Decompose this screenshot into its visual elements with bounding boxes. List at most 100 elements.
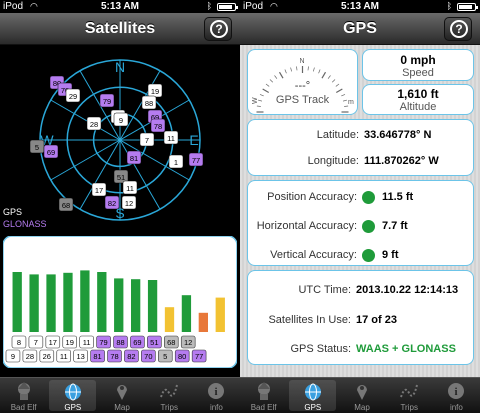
question-icon: ? xyxy=(210,20,228,38)
bar-label-top: 17 xyxy=(49,338,57,347)
signal-bar xyxy=(164,307,175,332)
clock: 5:13 AM xyxy=(341,1,379,12)
bluetooth-icon: ᛒ xyxy=(446,1,452,11)
satellite-id: 51 xyxy=(117,173,125,182)
satellite-id: 5 xyxy=(35,143,39,152)
sky-satellites: 8070297919886928897871156981177511711688… xyxy=(29,75,204,212)
gps-status-label: GPS Status: xyxy=(290,343,351,355)
horizontal-accuracy-value: 7.7 ft xyxy=(382,220,408,232)
tab-trips[interactable]: Trips xyxy=(386,378,433,413)
longitude-value: 111.870262° W xyxy=(364,155,439,167)
satellite-marker: 9 xyxy=(113,112,129,127)
status-panel: UTC Time: 2013.10.22 12:14:13 Satellites… xyxy=(247,270,474,365)
satellite-id: 77 xyxy=(192,156,200,165)
bar-label-bottom: 5 xyxy=(163,352,167,361)
satellite-id: 79 xyxy=(103,97,111,106)
satellite-marker: 29 xyxy=(65,88,81,103)
gauge-tick xyxy=(256,105,261,107)
satellite-id: 11 xyxy=(126,184,134,193)
tab-gps[interactable]: GPS xyxy=(49,380,97,412)
tab-trips[interactable]: Trips xyxy=(146,378,193,413)
signal-bar xyxy=(114,278,124,332)
tab-info[interactable]: i info xyxy=(193,378,240,413)
signal-bar xyxy=(147,280,158,332)
tab-bad-elf[interactable]: Bad Elf xyxy=(240,378,287,413)
satellites-screen: iPod ◠ 5:13 AM ᛒ Satellites ? NESW 80 70 2… xyxy=(0,0,240,413)
accuracy-panel: Position Accuracy: 11.5 ft Horizontal Ac… xyxy=(247,180,474,266)
satellite-id: 88 xyxy=(145,99,153,108)
help-button[interactable]: ? xyxy=(204,17,232,41)
gauge-tick xyxy=(296,66,298,71)
tab-label: Trips xyxy=(400,403,418,412)
longitude-label: Longitude: xyxy=(307,155,359,167)
satellite-id: 11 xyxy=(167,134,175,143)
utc-time-label: UTC Time: xyxy=(298,284,351,296)
bar-label-top: 11 xyxy=(83,338,91,347)
signal-bar xyxy=(29,274,39,332)
position-accuracy-value: 11.5 ft xyxy=(382,191,414,203)
map-pin-icon xyxy=(112,381,132,401)
tab-label: Bad Elf xyxy=(10,403,37,412)
satellite-id: 9 xyxy=(119,116,123,125)
question-icon: ? xyxy=(450,20,468,38)
speed-value: 0 mph xyxy=(400,53,436,67)
legend-gps: GPS xyxy=(3,207,23,217)
bar-label-bottom: 11 xyxy=(60,352,68,361)
gps-screen: iPod ◠ 5:13 AM ᛒ GPS ? W N m ---° GPS Tr… xyxy=(240,0,480,413)
clock: 5:13 AM xyxy=(101,1,139,12)
tab-info[interactable]: i info xyxy=(433,378,480,413)
track-gauge-panel: W N m ---° GPS Track xyxy=(247,49,358,115)
bar-label-bottom: 13 xyxy=(76,352,84,361)
help-button[interactable]: ? xyxy=(444,17,472,41)
signal-chart: 89 728 17 26 19 11 11 13 79 81 88 78 69 82 51 70 685 12 80… xyxy=(3,236,237,368)
tab-label: info xyxy=(449,403,463,412)
bar-label-top: 51 xyxy=(150,338,158,347)
gauge-tick xyxy=(290,67,292,72)
bar-label-top: 69 xyxy=(133,338,141,347)
battery-icon xyxy=(217,3,238,11)
bar-label-bottom: 81 xyxy=(93,352,101,361)
gauge-tick xyxy=(274,75,278,79)
bar-label-bottom: 70 xyxy=(144,352,152,361)
bar-label-bottom: 80 xyxy=(178,352,186,361)
satellite-id: 78 xyxy=(154,122,162,131)
compass-label: N xyxy=(115,59,125,75)
globe-icon xyxy=(63,383,83,403)
satellite-marker: 69 xyxy=(43,144,59,159)
satellite-id: 12 xyxy=(125,199,133,208)
svg-text:i: i xyxy=(215,386,218,398)
nav-bar: Satellites ? xyxy=(0,13,240,45)
bar-label-bottom: 9 xyxy=(11,352,15,361)
tab-map[interactable]: Map xyxy=(98,378,145,413)
tab-bad-elf[interactable]: Bad Elf xyxy=(0,378,47,413)
satellite-id: 29 xyxy=(69,92,77,101)
elf-icon xyxy=(14,381,34,401)
compass-label: E xyxy=(189,132,198,148)
tab-map[interactable]: Map xyxy=(338,378,385,413)
elf-icon xyxy=(254,381,274,401)
satellite-marker: 19 xyxy=(147,83,163,98)
trips-icon xyxy=(399,381,419,401)
track-value: ---° xyxy=(294,80,311,92)
tab-label: Map xyxy=(114,403,130,412)
speed-label: Speed xyxy=(402,67,434,79)
position-accuracy-indicator xyxy=(362,191,375,204)
satellite-id: 82 xyxy=(108,199,116,208)
bar-label-bottom: 77 xyxy=(195,352,203,361)
satellite-id: 17 xyxy=(95,186,103,195)
satellite-marker: 11 xyxy=(163,130,179,145)
tab-gps[interactable]: GPS xyxy=(289,380,337,412)
vertical-accuracy-indicator xyxy=(362,249,375,262)
legend-glonass: GLONASS xyxy=(3,219,47,229)
gauge-tick xyxy=(284,69,287,74)
tab-label: info xyxy=(209,403,223,412)
satellite-id: 81 xyxy=(130,154,138,163)
tab-label: GPS xyxy=(304,403,322,412)
signal-bar xyxy=(63,272,73,332)
vertical-accuracy-value: 9 ft xyxy=(382,249,399,261)
gauge-tick xyxy=(278,71,284,79)
satellite-marker: 17 xyxy=(91,182,107,197)
satellite-marker: 11 xyxy=(122,180,138,195)
horizontal-accuracy-indicator xyxy=(362,220,375,233)
satellite-marker: 79 xyxy=(99,93,115,108)
